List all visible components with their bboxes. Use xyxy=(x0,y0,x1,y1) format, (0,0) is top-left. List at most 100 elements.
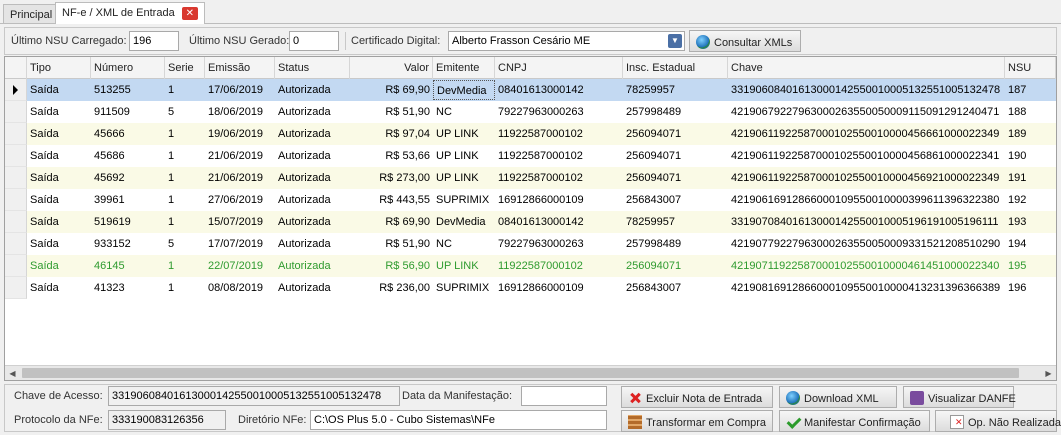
cell-cnpj[interactable]: 16912866000109 xyxy=(495,277,623,299)
row-selector[interactable] xyxy=(5,123,27,145)
col-numero[interactable]: Número xyxy=(91,57,165,79)
cell-serie[interactable]: 1 xyxy=(165,189,205,211)
cell-valor[interactable]: R$ 443,55 xyxy=(350,189,433,211)
table-row[interactable]: Saída 41323 1 08/08/2019 Autorizada R$ 236,00… xyxy=(5,277,1056,299)
chave-acesso-field[interactable]: 3319060840161300014255001000513255100513… xyxy=(108,386,400,406)
certificado-select[interactable]: Alberto Frasson Cesário ME ▼ xyxy=(448,31,685,51)
col-cnpj[interactable]: CNPJ xyxy=(495,57,623,79)
cell-chave[interactable]: 4219077922796300026355005000933152120851… xyxy=(728,233,1005,255)
cell-chave[interactable]: 4219061192258700010255001000045692100002… xyxy=(728,167,1005,189)
row-selector[interactable] xyxy=(5,189,27,211)
row-selector[interactable] xyxy=(5,233,27,255)
cell-emissao[interactable]: 21/06/2019 xyxy=(205,145,275,167)
cell-nsu[interactable]: 187 xyxy=(1005,79,1056,101)
download-xml-button[interactable]: Download XML xyxy=(779,386,897,408)
cell-cnpj[interactable]: 11922587000102 xyxy=(495,123,623,145)
cell-emissao[interactable]: 21/06/2019 xyxy=(205,167,275,189)
cell-serie[interactable]: 1 xyxy=(165,79,205,101)
cell-emitente[interactable]: NC xyxy=(433,101,495,123)
cell-emissao[interactable]: 18/06/2019 xyxy=(205,101,275,123)
cell-tipo[interactable]: Saída xyxy=(27,233,91,255)
col-emissao[interactable]: Emissão xyxy=(205,57,275,79)
cell-numero[interactable]: 45666 xyxy=(91,123,165,145)
cell-emissao[interactable]: 27/06/2019 xyxy=(205,189,275,211)
cell-numero[interactable]: 45686 xyxy=(91,145,165,167)
cell-valor[interactable]: R$ 273,00 xyxy=(350,167,433,189)
cell-numero[interactable]: 46145 xyxy=(91,255,165,277)
cell-emissao[interactable]: 17/06/2019 xyxy=(205,79,275,101)
cell-valor[interactable]: R$ 56,90 xyxy=(350,255,433,277)
horizontal-scrollbar[interactable]: ◀ ▶ xyxy=(5,365,1056,380)
ultimo-nsu-carregado-field[interactable]: 196 xyxy=(129,31,179,51)
col-emitente[interactable]: Emitente xyxy=(433,57,495,79)
transformar-compra-button[interactable]: Transformar em Compra xyxy=(621,410,773,432)
cell-emitente[interactable]: UP LINK xyxy=(433,255,495,277)
cell-chave[interactable]: 4219061691286600010955001000039961139632… xyxy=(728,189,1005,211)
cell-chave[interactable]: 4219061192258700010255001000045666100002… xyxy=(728,123,1005,145)
cell-tipo[interactable]: Saída xyxy=(27,79,91,101)
cell-insc-estadual[interactable]: 256094071 xyxy=(623,145,728,167)
row-selector[interactable] xyxy=(5,79,27,101)
cell-numero[interactable]: 39961 xyxy=(91,189,165,211)
cell-numero[interactable]: 41323 xyxy=(91,277,165,299)
cell-valor[interactable]: R$ 51,90 xyxy=(350,233,433,255)
table-row[interactable]: Saída 513255 1 17/06/2019 Autorizada R$ 69,90… xyxy=(5,79,1056,101)
cell-status[interactable]: Autorizada xyxy=(275,145,350,167)
cell-tipo[interactable]: Saída xyxy=(27,123,91,145)
col-insc-estadual[interactable]: Insc. Estadual xyxy=(623,57,728,79)
cell-tipo[interactable]: Saída xyxy=(27,101,91,123)
cell-status[interactable]: Autorizada xyxy=(275,123,350,145)
cell-status[interactable]: Autorizada xyxy=(275,211,350,233)
cell-emitente[interactable]: NC xyxy=(433,233,495,255)
cell-nsu[interactable]: 193 xyxy=(1005,211,1056,233)
cell-tipo[interactable]: Saída xyxy=(27,145,91,167)
cell-chave[interactable]: 4219061192258700010255001000045686100002… xyxy=(728,145,1005,167)
cell-chave[interactable]: 3319070840161300014255001000519619100519… xyxy=(728,211,1005,233)
col-tipo[interactable]: Tipo xyxy=(27,57,91,79)
cell-insc-estadual[interactable]: 256094071 xyxy=(623,255,728,277)
row-selector[interactable] xyxy=(5,255,27,277)
col-valor[interactable]: Valor xyxy=(350,57,433,79)
cell-emissao[interactable]: 08/08/2019 xyxy=(205,277,275,299)
nfe-grid[interactable]: Tipo Número Serie Emissão Status Valor E… xyxy=(4,56,1057,381)
cell-nsu[interactable]: 194 xyxy=(1005,233,1056,255)
cell-insc-estadual[interactable]: 257998489 xyxy=(623,101,728,123)
cell-status[interactable]: Autorizada xyxy=(275,79,350,101)
row-selector[interactable] xyxy=(5,277,27,299)
cell-serie[interactable]: 5 xyxy=(165,233,205,255)
col-nsu[interactable]: NSU xyxy=(1005,57,1056,79)
cell-emitente[interactable]: UP LINK xyxy=(433,167,495,189)
cell-nsu[interactable]: 190 xyxy=(1005,145,1056,167)
cell-nsu[interactable]: 196 xyxy=(1005,277,1056,299)
cell-chave[interactable]: 3319060840161300014255001000513255100513… xyxy=(728,79,1005,101)
row-selector[interactable] xyxy=(5,101,27,123)
col-chave[interactable]: Chave xyxy=(728,57,1005,79)
cell-status[interactable]: Autorizada xyxy=(275,255,350,277)
close-icon[interactable]: ✕ xyxy=(181,7,198,20)
col-status[interactable]: Status xyxy=(275,57,350,79)
table-row[interactable]: Saída 45692 1 21/06/2019 Autorizada R$ 273,00… xyxy=(5,167,1056,189)
cell-emissao[interactable]: 15/07/2019 xyxy=(205,211,275,233)
cell-serie[interactable]: 1 xyxy=(165,255,205,277)
cell-tipo[interactable]: Saída xyxy=(27,255,91,277)
cell-emitente[interactable]: DevMedia xyxy=(433,211,495,233)
cell-valor[interactable]: R$ 53,66 xyxy=(350,145,433,167)
cell-serie[interactable]: 1 xyxy=(165,123,205,145)
cell-nsu[interactable]: 195 xyxy=(1005,255,1056,277)
cell-insc-estadual[interactable]: 257998489 xyxy=(623,233,728,255)
cell-numero[interactable]: 45692 xyxy=(91,167,165,189)
cell-serie[interactable]: 1 xyxy=(165,277,205,299)
cell-valor[interactable]: R$ 51,90 xyxy=(350,101,433,123)
cell-nsu[interactable]: 191 xyxy=(1005,167,1056,189)
cell-status[interactable]: Autorizada xyxy=(275,277,350,299)
cell-numero[interactable]: 933152 xyxy=(91,233,165,255)
consultar-xmls-button[interactable]: Consultar XMLs xyxy=(689,30,801,52)
cell-emitente[interactable]: SUPRIMIX xyxy=(433,277,495,299)
scroll-thumb[interactable] xyxy=(22,368,1019,378)
tab-principal[interactable]: Principal xyxy=(3,4,60,24)
cell-numero[interactable]: 519619 xyxy=(91,211,165,233)
table-row[interactable]: Saída 45666 1 19/06/2019 Autorizada R$ 97,04 U… xyxy=(5,123,1056,145)
cell-nsu[interactable]: 189 xyxy=(1005,123,1056,145)
cell-insc-estadual[interactable]: 256843007 xyxy=(623,189,728,211)
ultimo-nsu-gerado-field[interactable]: 0 xyxy=(289,31,339,51)
